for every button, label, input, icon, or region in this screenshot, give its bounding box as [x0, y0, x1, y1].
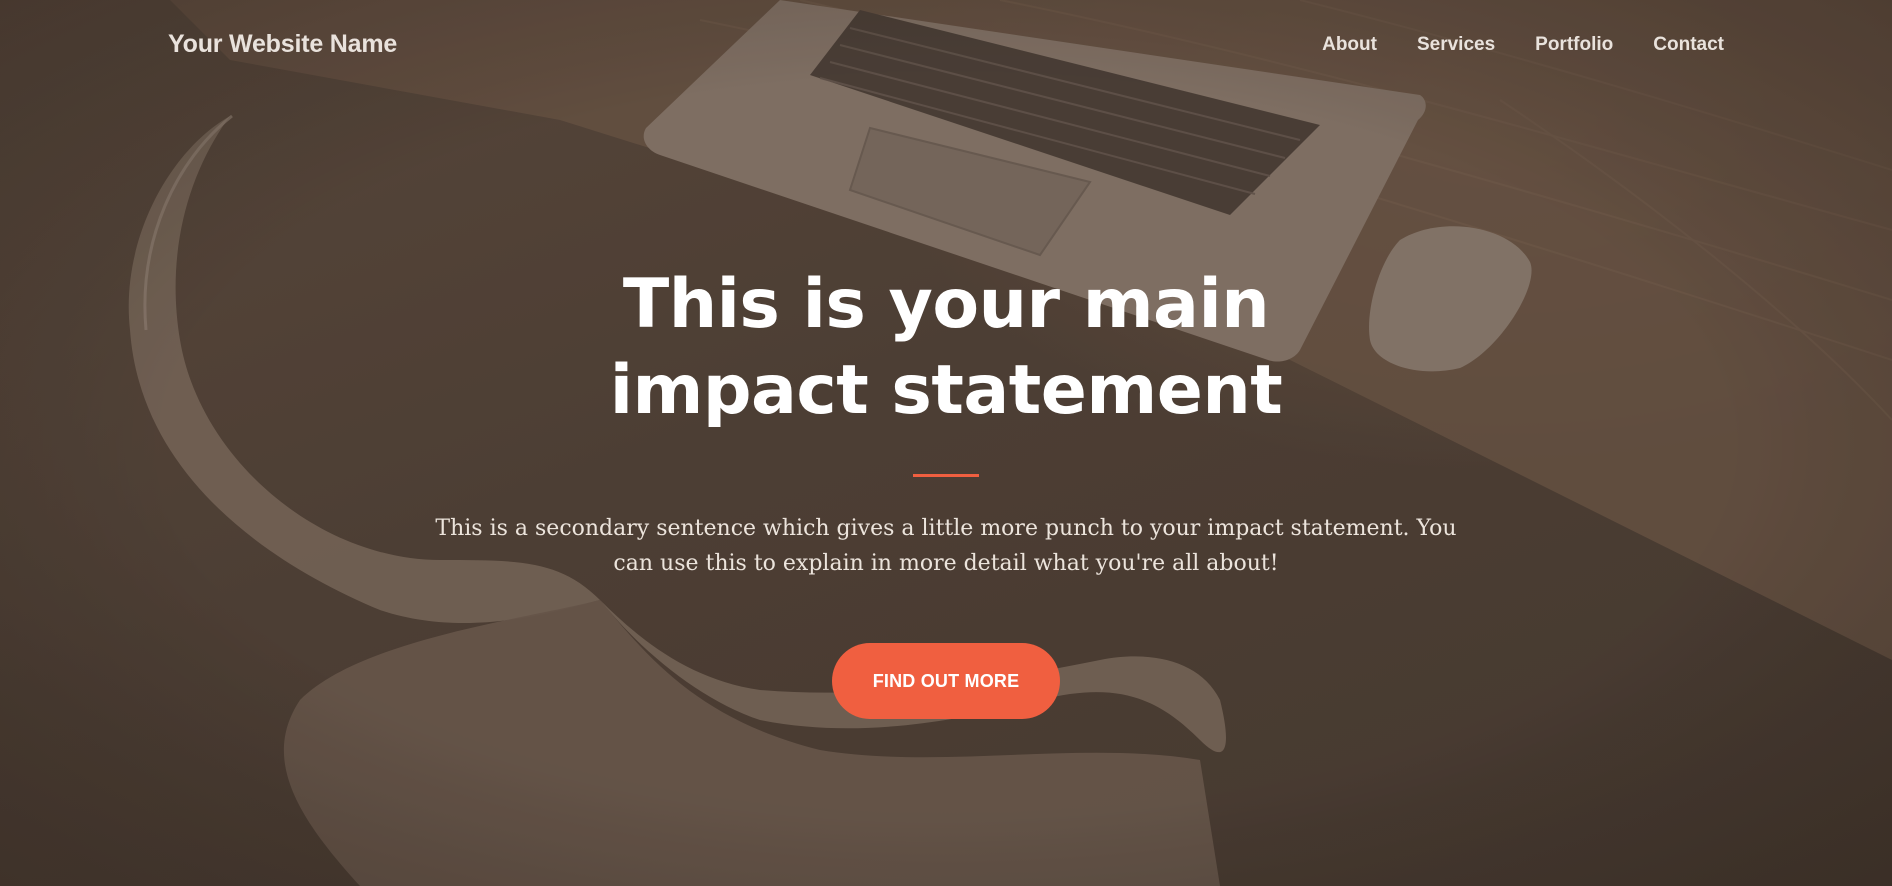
nav-link-about[interactable]: About — [1322, 34, 1377, 55]
hero-subtext: This is a secondary sentence which gives… — [435, 516, 1457, 576]
nav-item-contact: Contact — [1653, 34, 1724, 56]
accent-divider — [913, 474, 979, 477]
hero-headline: This is your main impact statement — [609, 265, 1283, 430]
navbar: Your Website Name About Services Portfol… — [0, 0, 1892, 90]
nav-item-about: About — [1322, 34, 1377, 56]
nav-item-portfolio: Portfolio — [1535, 34, 1613, 56]
hero-section: Your Website Name About Services Portfol… — [0, 0, 1892, 886]
site-brand-link[interactable]: Your Website Name — [168, 30, 397, 59]
nav-item-services: Services — [1417, 34, 1495, 56]
nav-links: About Services Portfolio Contact — [1282, 34, 1724, 56]
nav-link-portfolio[interactable]: Portfolio — [1535, 34, 1613, 55]
find-out-more-button[interactable]: FIND OUT MORE — [832, 643, 1060, 719]
hero-content: This is your main impact statement This … — [0, 262, 1892, 719]
nav-link-contact[interactable]: Contact — [1653, 34, 1724, 55]
nav-link-services[interactable]: Services — [1417, 34, 1495, 55]
